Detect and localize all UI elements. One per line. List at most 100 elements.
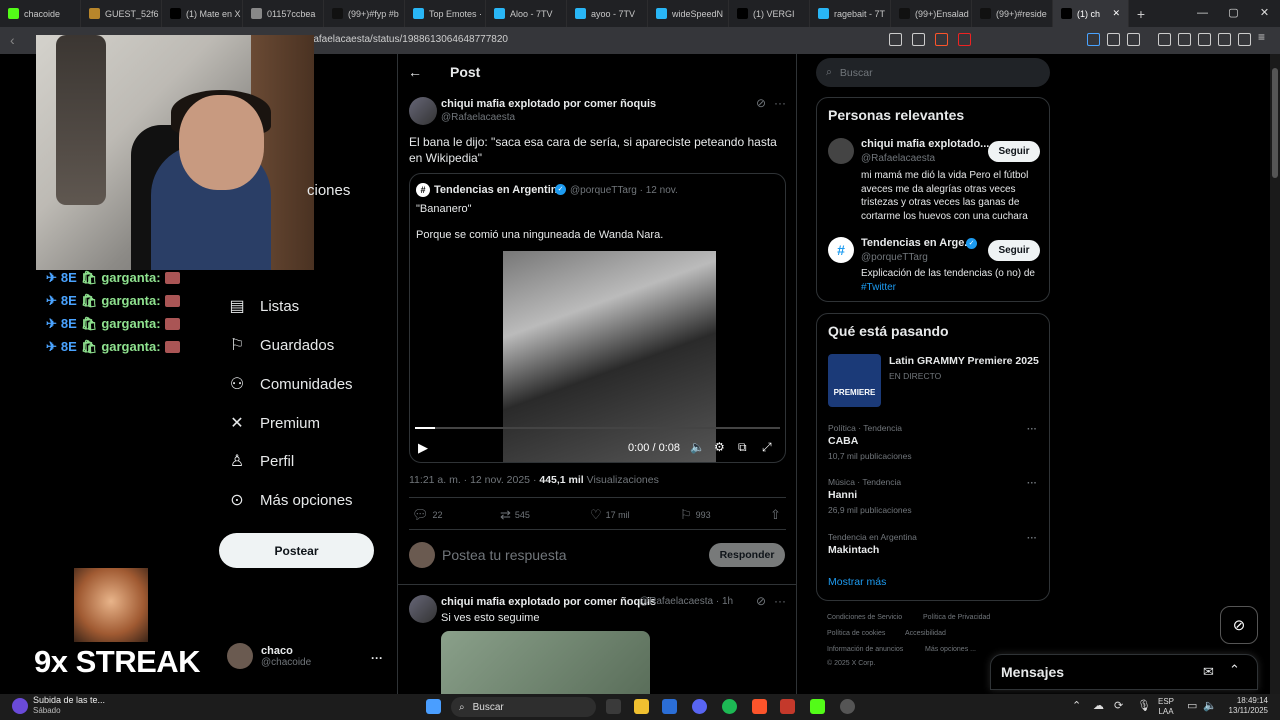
more-icon[interactable]: ··· [1027,478,1037,489]
browser-tab[interactable]: Aloo - 7TV [486,0,567,27]
sidebar-item-lists[interactable]: ▤ Listas [228,291,299,321]
grok-icon[interactable]: ⊘ [756,96,766,110]
volume-icon[interactable]: 🔈 [690,440,705,454]
show-more-link[interactable]: Mostrar más [828,576,886,588]
sidebar-item-profile[interactable]: ♙ Perfil [228,446,294,476]
reply-image[interactable] [441,631,650,694]
post-button[interactable]: Postear [219,533,374,568]
vpn-icon[interactable] [1238,33,1251,46]
task-view-icon[interactable] [606,699,621,714]
hashtag-link[interactable]: #Twitter [861,282,896,293]
wallet-icon[interactable] [1198,33,1211,46]
hashtag-icon[interactable]: # [828,237,854,263]
language-indicator[interactable]: ESP LAA [1158,697,1174,717]
sidebar-item-more[interactable]: ⊙ Más opciones [228,485,352,515]
pip-icon[interactable]: ⧉ [738,440,747,455]
back-arrow-icon[interactable]: ← [408,64,422,80]
trend-name[interactable]: Hanni [828,489,857,501]
trend-name[interactable]: CABA [828,435,858,447]
browser-tab[interactable]: (99+)#reside [972,0,1053,27]
sidebar-item-bookmarks[interactable]: ⚐ Guardados [228,330,334,360]
chevron-up-icon[interactable]: ⌃ [1229,662,1240,678]
back-icon[interactable]: ‹ [10,32,15,48]
scrollbar[interactable] [1270,54,1280,694]
new-tab-button[interactable]: + [1129,6,1153,22]
footer-link[interactable]: Accesibilidad [905,630,946,637]
volume-icon[interactable]: 🔈 [1203,699,1217,712]
person-name[interactable]: Tendencias en Arge... [861,237,973,249]
chevron-up-icon[interactable]: ⌃ [1072,699,1081,712]
bing-icon[interactable] [662,699,677,714]
grok-icon[interactable]: ⊘ [1220,606,1258,644]
ai-icon[interactable] [1218,33,1231,46]
reply-button[interactable]: Responder [709,543,785,567]
more-icon[interactable]: ··· [1027,424,1037,435]
grok-icon[interactable]: ⊘ [756,594,766,608]
sync-icon[interactable]: ⟳ [1114,699,1123,712]
footer-link[interactable]: Más opciones ... [925,646,976,653]
footer-link[interactable]: Política de Privacidad [923,614,990,621]
trend-name[interactable]: Makintach [828,544,879,556]
bookmark-stat[interactable]: ⚐ 993 [680,507,711,523]
reply-author[interactable]: chiqui mafia explotado por comer ñoquis [441,596,656,608]
network-icon[interactable]: ▭ [1187,699,1197,712]
quoted-post[interactable]: # Tendencias en Argentina ✓ @porqueTTarg… [409,173,786,463]
browser-tab[interactable]: wideSpeedN [648,0,729,27]
reply-input[interactable]: Postea tu respuesta [442,547,567,563]
avatar[interactable] [409,97,437,125]
avatar[interactable] [828,138,854,164]
brave-rewards-icon[interactable] [958,33,971,46]
menu-icon[interactable]: ≡ [1258,30,1271,44]
follow-button[interactable]: Seguir [988,141,1040,162]
like-stat[interactable]: ♡ 17 mil [590,507,630,523]
notification-icon[interactable] [12,698,28,714]
kick-icon[interactable] [810,699,825,714]
spotify-icon[interactable] [722,699,737,714]
fullscreen-icon[interactable]: ⤢ [762,440,772,455]
settings-icon[interactable]: ⚙ [714,440,725,454]
more-icon[interactable]: ··· [774,96,786,110]
file-explorer-icon[interactable] [634,699,649,714]
person-handle[interactable]: @porqueTTarg [861,252,928,263]
browser-tab[interactable]: (99+)Ensalad [891,0,972,27]
reply-handle[interactable]: @Rafaelacaesta · 1h [639,596,733,607]
share-stat[interactable]: ⇧ [770,507,781,523]
more-icon[interactable]: ··· [774,594,786,608]
footer-link[interactable]: Condiciones de Servicio [827,614,902,621]
play-icon[interactable]: ▶ [418,440,428,456]
browser-tab[interactable]: chacoide [0,0,81,27]
repost-stat[interactable]: ⇄ 545 [500,507,530,523]
start-icon[interactable] [426,699,441,714]
close-icon[interactable]: ✕ [1249,0,1280,27]
avatar[interactable] [409,595,437,623]
follow-button[interactable]: Seguir [988,240,1040,261]
extension-icon[interactable] [1087,33,1100,46]
messages-drawer[interactable]: Mensajes ✉ ⌃ [990,654,1258,690]
person-name[interactable]: chiqui mafia explotado... [861,138,989,150]
browser-tab[interactable]: Top Emotes · [405,0,486,27]
music-icon[interactable] [1158,33,1171,46]
sidebar-item-notifications[interactable]: ciones [307,175,350,205]
sidebar-icon[interactable] [1178,33,1191,46]
taskbar-search[interactable]: ⌕ Buscar [451,697,596,717]
account-more-icon[interactable]: ··· [371,651,383,665]
reply-stat[interactable]: 💬︎ 22 [412,507,443,523]
obs-icon[interactable] [840,699,855,714]
sidebar-item-communities[interactable]: ⚇ Comunidades [228,369,353,399]
browser-tab[interactable]: ragebait - 7T [810,0,891,27]
maximize-icon[interactable]: ▢ [1218,0,1249,27]
close-tab-icon[interactable]: ✕ [1112,8,1120,19]
brave-shield-icon[interactable] [935,33,948,46]
screenshot-icon[interactable] [1127,33,1140,46]
footer-link[interactable]: Información de anuncios [827,646,903,653]
browser-tab[interactable]: (1) ch ✕ [1053,0,1129,27]
browser-tab[interactable]: GUEST_52f6 [81,0,162,27]
browser-tab[interactable]: ayoo - 7TV [567,0,648,27]
puzzle-icon[interactable] [1107,33,1120,46]
post-handle[interactable]: @Rafaelacaesta [441,112,515,123]
clock[interactable]: 18:49:14 13/11/2025 [1224,696,1268,716]
share-icon[interactable] [912,33,925,46]
new-message-icon[interactable]: ✉ [1203,664,1214,680]
account-switcher[interactable]: chaco @chacoide [227,643,311,669]
browser-tab[interactable]: (1) VERGI [729,0,810,27]
